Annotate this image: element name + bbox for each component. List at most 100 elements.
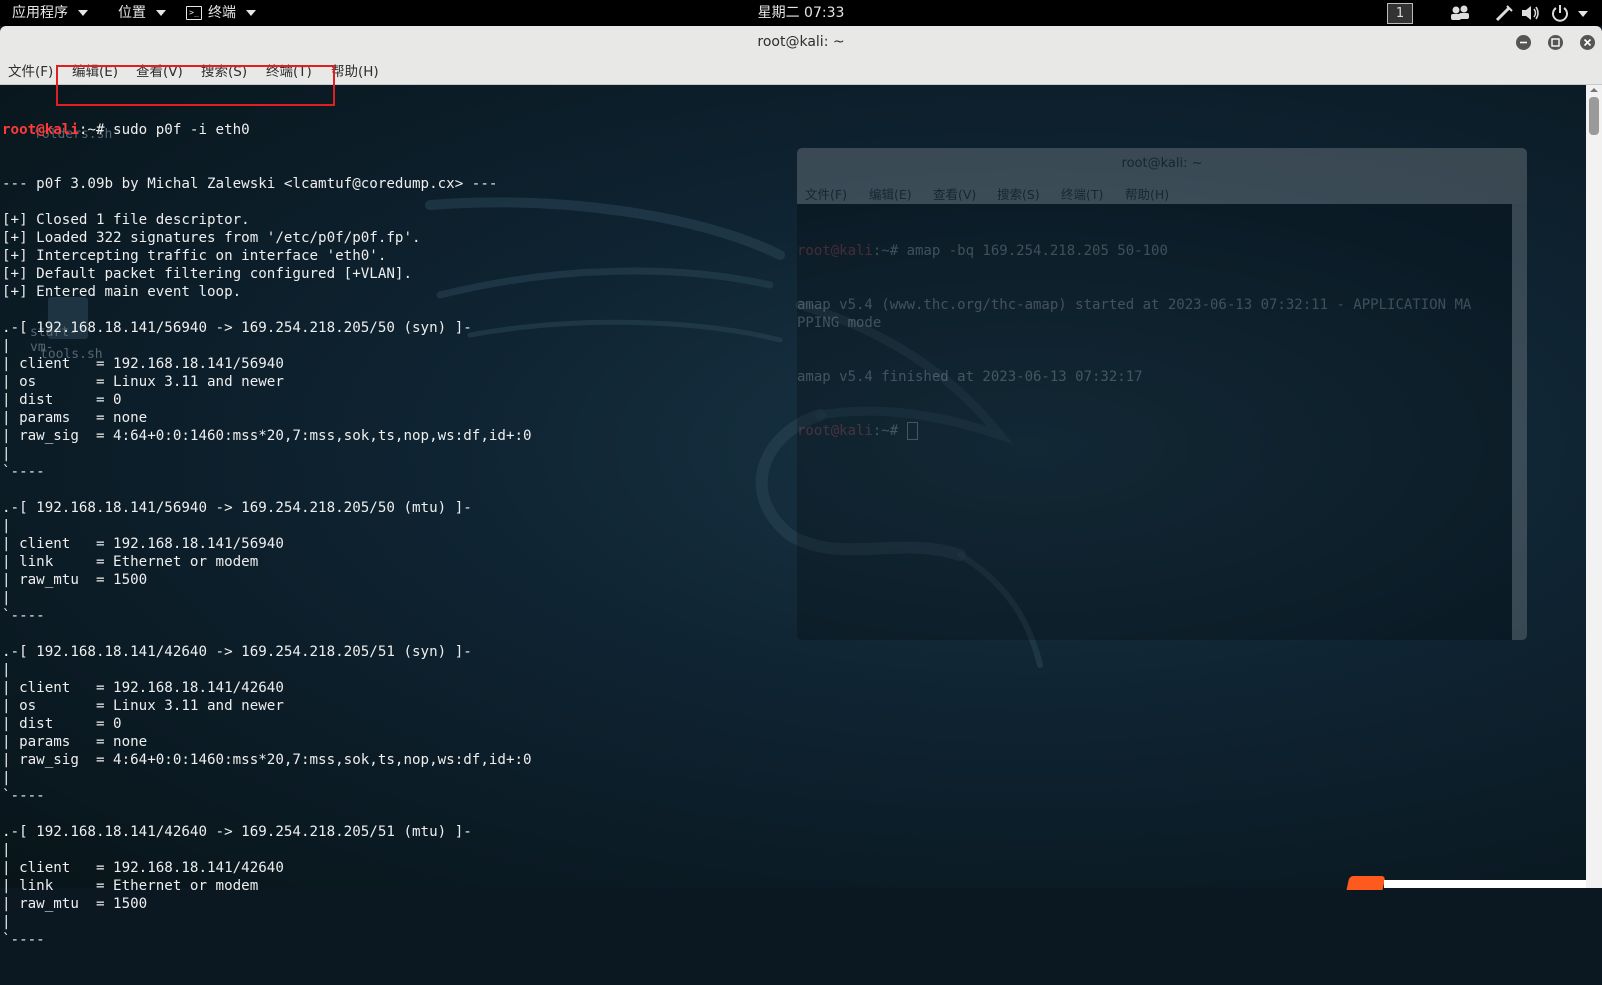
- background-menu-edit[interactable]: 编辑(E): [869, 184, 912, 203]
- background-menu-bar: 文件(F) 编辑(E) 查看(V) 搜索(S) 终端(T) 帮助(H): [797, 180, 1527, 204]
- top-panel: 应用程序 位置 >_ 终端 星期二 07:33 1: [0, 0, 1602, 26]
- terminal-line: [+] Entered main event loop.: [2, 284, 242, 300]
- window-titlebar[interactable]: root@kali: ~: [0, 26, 1602, 58]
- chevron-down-icon: [156, 10, 166, 16]
- terminal-line: |: [2, 338, 11, 354]
- background-menu-view[interactable]: 查看(V): [933, 184, 976, 203]
- command-text: sudo p0f -i eth0: [113, 122, 250, 138]
- clock[interactable]: 星期二 07:33: [758, 5, 845, 21]
- terminal-line: `----: [2, 932, 45, 948]
- background-prompt-line: root@kali:~# amap -bq 169.254.218.205 50…: [797, 242, 1471, 260]
- command-highlight-box: [56, 65, 335, 106]
- chevron-down-icon: [78, 10, 88, 16]
- terminal-line: `----: [2, 464, 45, 480]
- terminal-app-menu[interactable]: >_ 终端: [186, 0, 256, 26]
- menu-file[interactable]: 文件(F): [8, 58, 53, 86]
- terminal-line: | client = 192.168.18.141/42640: [2, 680, 284, 696]
- background-terminal-output: root@kali:~# amap -bq 169.254.218.205 50…: [797, 206, 1471, 476]
- chevron-down-icon[interactable]: [1578, 11, 1588, 17]
- window-title: root@kali: ~: [757, 34, 845, 50]
- scrollbar-thumb[interactable]: [1589, 97, 1599, 135]
- background-menu-terminal[interactable]: 终端(T): [1061, 184, 1103, 203]
- terminal-line: --- p0f 3.09b by Michal Zalewski <lcamtu…: [2, 176, 498, 192]
- terminal-line: [+] Intercepting traffic on interface 'e…: [2, 248, 387, 264]
- terminal-line: amap v5.4 finished at 2023-06-13 07:32:1…: [797, 369, 1143, 385]
- background-window-title: root@kali: ~: [797, 148, 1527, 180]
- applications-label: 应用程序: [12, 5, 68, 21]
- terminal-line: | os = Linux 3.11 and newer: [2, 374, 284, 390]
- terminal-line: .-[ 192.168.18.141/56940 -> 169.254.218.…: [2, 500, 472, 516]
- terminal-line: | params = none: [2, 410, 148, 426]
- terminal-line: |: [2, 590, 11, 606]
- command-text: amap -bq 169.254.218.205 50-100: [906, 243, 1168, 259]
- pen-icon[interactable]: [1494, 3, 1514, 23]
- power-icon[interactable]: [1550, 3, 1570, 23]
- terminal-prompt-line: root@kali:~# sudo p0f -i eth0: [2, 121, 532, 139]
- vertical-scrollbar[interactable]: [1586, 85, 1602, 888]
- taskbar-strip: [1384, 880, 1586, 888]
- applications-menu[interactable]: 应用程序: [12, 0, 88, 26]
- prompt-path: :~#: [872, 423, 907, 439]
- terminal-line: `----: [2, 788, 45, 804]
- terminal-line: amap v5.4 (www.thc.org/thc-amap) started…: [797, 297, 1472, 313]
- terminal-line: `----: [2, 608, 45, 624]
- prompt-path: :~#: [872, 243, 907, 259]
- terminal-output: root@kali:~# sudo p0f -i eth0 --- p0f 3.…: [2, 85, 532, 985]
- terminal-line: | dist = 0: [2, 392, 122, 408]
- terminal-line: | raw_mtu = 1500: [2, 572, 148, 588]
- background-terminal-area[interactable]: root@kali:~# amap -bq 169.254.218.205 50…: [797, 204, 1512, 640]
- volume-icon[interactable]: [1520, 3, 1542, 23]
- terminal-line: [+] Loaded 322 signatures from '/etc/p0f…: [2, 230, 421, 246]
- prompt-path: :~#: [78, 122, 114, 138]
- terminal-line: | link = Ethernet or modem: [2, 878, 259, 894]
- background-prompt-line: root@kali:~#: [797, 422, 1471, 440]
- terminal-line: | client = 192.168.18.141/56940: [2, 536, 284, 552]
- workspace-indicator[interactable]: 1: [1387, 3, 1413, 24]
- prompt-user: root@kali: [2, 122, 79, 138]
- scroll-up-arrow-icon[interactable]: [1586, 85, 1602, 95]
- terminal-line: |: [2, 770, 11, 786]
- terminal-line: | dist = 0: [2, 716, 122, 732]
- text-cursor: [906, 422, 918, 440]
- maximize-button[interactable]: [1548, 35, 1563, 50]
- terminal-line: | client = 192.168.18.141/56940: [2, 356, 284, 372]
- terminal-icon: >_: [186, 6, 202, 20]
- places-menu[interactable]: 位置: [118, 0, 166, 26]
- terminal-line: [+] Closed 1 file descriptor.: [2, 212, 250, 228]
- background-menu-help[interactable]: 帮助(H): [1125, 184, 1169, 203]
- places-label: 位置: [118, 5, 146, 21]
- background-scrollbar[interactable]: [1512, 204, 1527, 640]
- people-icon[interactable]: [1449, 3, 1471, 23]
- terminal-line: [+] Default packet filtering configured …: [2, 266, 412, 282]
- background-output-lines: amap v5.4 (www.thc.org/thc-amap) started…: [797, 296, 1471, 386]
- close-button[interactable]: [1580, 35, 1595, 50]
- terminal-line: |: [2, 914, 11, 930]
- terminal-line: |: [2, 842, 11, 858]
- background-menu-search[interactable]: 搜索(S): [997, 184, 1040, 203]
- prompt-user: root@kali: [797, 423, 873, 439]
- terminal-line: .-[ 192.168.18.141/56940 -> 169.254.218.…: [2, 320, 472, 336]
- terminal-output-lines: --- p0f 3.09b by Michal Zalewski <lcamtu…: [2, 175, 532, 949]
- terminal-line: .-[ 192.168.18.141/42640 -> 169.254.218.…: [2, 644, 472, 660]
- terminal-line: | os = Linux 3.11 and newer: [2, 698, 284, 714]
- minimize-button[interactable]: [1516, 35, 1531, 50]
- terminal-app-label: 终端: [208, 5, 236, 21]
- background-menu-file[interactable]: 文件(F): [805, 184, 847, 203]
- terminal-line: PPING mode: [797, 315, 882, 331]
- prompt-user: root@kali: [797, 243, 873, 259]
- terminal-line: |: [2, 662, 11, 678]
- terminal-line: | raw_mtu = 1500: [2, 896, 148, 912]
- chevron-down-icon: [246, 10, 256, 16]
- terminal-line: | raw_sig = 4:64+0:0:1460:mss*20,7:mss,s…: [2, 752, 532, 768]
- terminal-line: | params = none: [2, 734, 148, 750]
- terminal-line: | link = Ethernet or modem: [2, 554, 259, 570]
- background-terminal-window[interactable]: root@kali: ~ 文件(F) 编辑(E) 查看(V) 搜索(S) 终端(…: [797, 148, 1527, 640]
- menu-help[interactable]: 帮助(H): [331, 58, 379, 86]
